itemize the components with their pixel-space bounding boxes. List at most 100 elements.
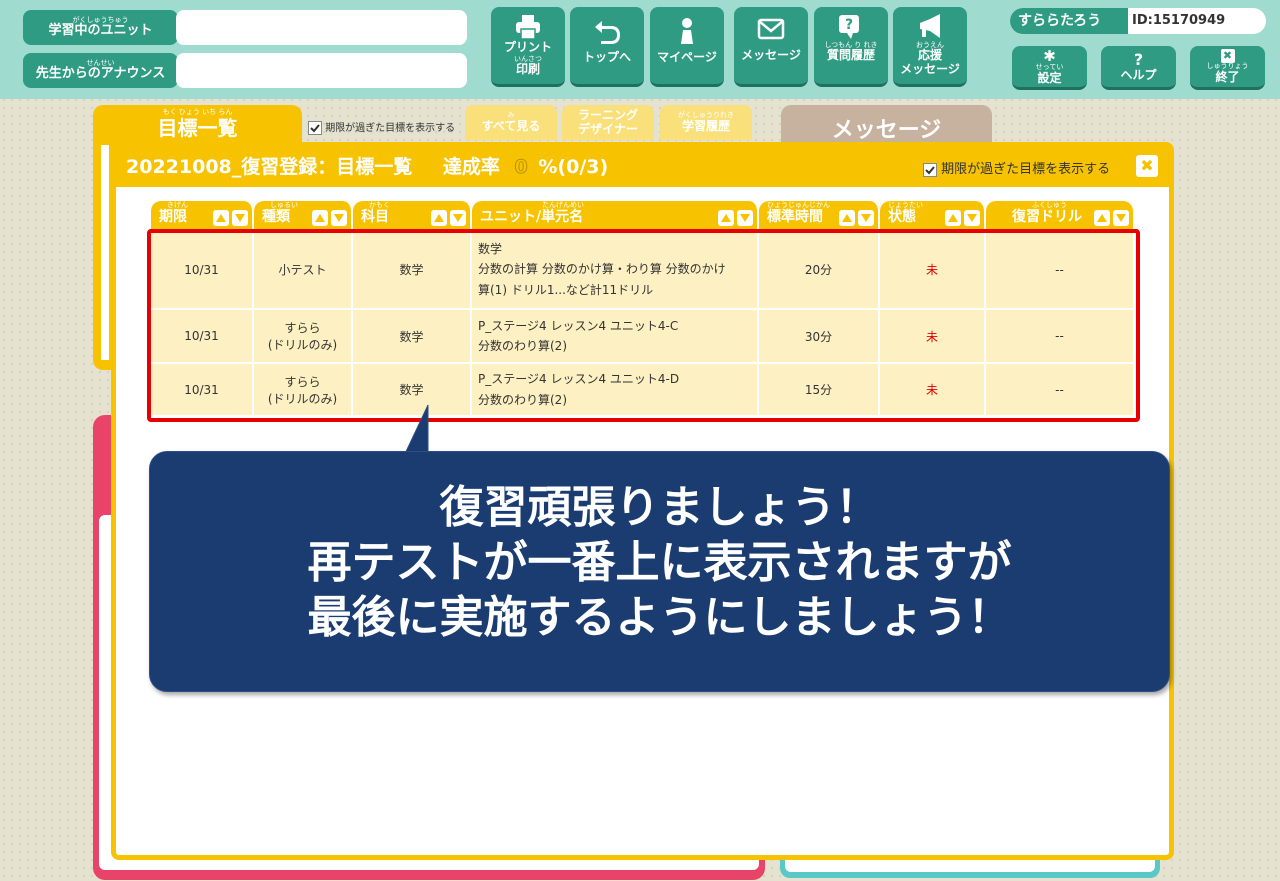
- sort-up-icon[interactable]: [213, 210, 229, 226]
- col-status-label: 状態: [888, 209, 916, 225]
- exit-button[interactable]: ✖ しゅうりょう 終了: [1190, 46, 1265, 90]
- message-button[interactable]: メッセージ: [734, 7, 808, 87]
- sort-up-icon[interactable]: [431, 210, 447, 226]
- sort-down-icon[interactable]: [331, 210, 347, 226]
- col-status[interactable]: じょうたい 状態: [880, 201, 986, 231]
- callout-line-2: 再テストが一番上に表示されますが: [307, 537, 1012, 588]
- col-review-drill-label: 復習ドリル: [1012, 209, 1082, 225]
- current-unit-label: がくしゅうちゅう 学習中のユニット: [23, 10, 178, 45]
- sort-arrows[interactable]: [312, 210, 347, 226]
- callout-message: 復習頑張りましょう！ 再テストが一番上に表示されますが 最後に実施するようにしま…: [149, 451, 1170, 692]
- sort-down-icon[interactable]: [450, 210, 466, 226]
- ruby-text: じょうたい: [888, 201, 923, 209]
- user-id: ID:15170949: [1132, 13, 1226, 28]
- col-deadline[interactable]: きげん 期限: [151, 201, 254, 231]
- person-icon: [681, 18, 693, 44]
- col-review-drill[interactable]: ふくしゅう 復習ドリル: [986, 201, 1133, 231]
- table-header-row: きげん 期限 しゅるい 種類 かもく 科目 たんげんめい ユニット/単元名 ひょうじゅん…: [151, 201, 1133, 231]
- mypage-label: マイページ: [657, 50, 717, 64]
- settings-label: 設定: [1037, 71, 1062, 85]
- question-history-label: 質問履歴: [826, 48, 875, 63]
- highlight-box: [147, 229, 1140, 422]
- modal-header: 20221008_復習登録：目標一覧 達成率 0 %(0/3) 期限が過ぎた目標…: [116, 147, 1169, 187]
- ruby-text: ふくしゅう: [1032, 201, 1067, 209]
- panel-inner: [101, 145, 109, 360]
- announce-label: せんせい 先生からのアナウンス: [23, 53, 178, 88]
- top-page-label: トップへ: [582, 50, 631, 64]
- bg-show-expired-label: 期限が過ぎた目標を表示する: [325, 123, 456, 134]
- callout-line-1: 復習頑張りましょう！: [439, 482, 880, 533]
- sort-up-icon[interactable]: [312, 210, 328, 226]
- bg-show-expired[interactable]: 期限が過ぎた目標を表示する: [308, 119, 455, 135]
- col-type-label: 種類: [262, 209, 290, 225]
- cheer-label: 応援: [917, 48, 942, 63]
- sort-up-icon[interactable]: [1094, 210, 1110, 226]
- sort-up-icon[interactable]: [839, 210, 855, 226]
- cheer-message-button[interactable]: おうえん 応援 メッセージ: [893, 7, 967, 87]
- sort-arrows[interactable]: [213, 210, 248, 226]
- history-label: 学習履歴: [681, 118, 730, 133]
- top-header: がくしゅうちゅう 学習中のユニット せんせい 先生からのアナウンス プリント い…: [0, 0, 1280, 99]
- ruby-text: きげん: [167, 201, 188, 209]
- modal-title: 20221008_復習登録：目標一覧: [126, 156, 413, 178]
- sort-arrows[interactable]: [945, 210, 980, 226]
- col-standard-time-label: 標準時間: [767, 209, 823, 225]
- close-icon: ✖: [1220, 49, 1235, 64]
- sort-down-icon[interactable]: [1113, 210, 1129, 226]
- col-unit-label: ユニット/単元名: [480, 209, 584, 225]
- gear-icon: ✱: [1043, 46, 1056, 65]
- settings-button[interactable]: ✱ せってい 設定: [1012, 46, 1087, 90]
- sort-arrows[interactable]: [431, 210, 466, 226]
- svg-text:?: ?: [845, 17, 853, 33]
- learning-designer-button[interactable]: ラーニング デザイナー: [562, 105, 654, 140]
- exit-label: 終了: [1215, 69, 1240, 84]
- mypage-button[interactable]: マイページ: [650, 7, 724, 87]
- col-unit[interactable]: たんげんめい ユニット/単元名: [472, 201, 759, 231]
- goal-tab[interactable]: もく ひょう いち らん 目標一覧: [93, 108, 302, 138]
- sort-down-icon[interactable]: [964, 210, 980, 226]
- close-icon[interactable]: ✖: [1136, 155, 1158, 177]
- col-subject[interactable]: かもく 科目: [353, 201, 472, 231]
- modal-show-expired[interactable]: 期限が過ぎた目標を表示する: [923, 158, 1110, 177]
- top-page-button[interactable]: トップへ: [570, 7, 644, 87]
- sort-arrows[interactable]: [839, 210, 874, 226]
- message-label: メッセージ: [741, 48, 801, 62]
- ruby-text: たんげんめい: [542, 201, 584, 209]
- rate-label: 達成率: [442, 156, 500, 178]
- checkbox-icon: [923, 162, 937, 177]
- learning-designer-label-1: ラーニング: [577, 108, 638, 123]
- history-button[interactable]: がくしゅうりれき 学習履歴: [660, 105, 752, 140]
- question-bubble-icon: ?: [839, 15, 859, 39]
- megaphone-icon: [920, 14, 940, 38]
- see-all-label: すべて見る: [481, 118, 541, 133]
- see-all-button[interactable]: み すべて見る: [465, 105, 557, 140]
- sort-up-icon[interactable]: [945, 210, 961, 226]
- col-type[interactable]: しゅるい 種類: [254, 201, 353, 231]
- help-label: ヘルプ: [1120, 67, 1157, 82]
- col-subject-label: 科目: [361, 209, 389, 225]
- envelope-icon: [757, 18, 785, 40]
- print-button[interactable]: プリント いんさつ 印刷: [491, 7, 565, 87]
- modal-show-expired-label: 期限が過ぎた目標を表示する: [941, 162, 1111, 177]
- col-standard-time[interactable]: ひょうじゅんじかん 標準時間: [759, 201, 880, 231]
- sort-arrows[interactable]: [1094, 210, 1129, 226]
- print-label-2: 印刷: [515, 61, 540, 76]
- rate-suffix: %(0/3): [538, 156, 609, 178]
- sort-down-icon[interactable]: [232, 210, 248, 226]
- printer-icon: [516, 15, 540, 40]
- current-unit-field[interactable]: [176, 10, 467, 45]
- modal-title-row: 20221008_復習登録：目標一覧 達成率 0 %(0/3): [126, 152, 608, 179]
- question-history-button[interactable]: ? しつもん り れき 質問履歴: [814, 7, 888, 87]
- announce-label-text: 先生からのアナウンス: [35, 66, 166, 82]
- announce-field[interactable]: [176, 53, 467, 88]
- ruby-text: かもく: [369, 201, 390, 209]
- checkbox-icon: [308, 121, 322, 135]
- rate-value: 0: [514, 156, 528, 179]
- user-name: すららたろう: [1010, 8, 1128, 34]
- sort-down-icon[interactable]: [737, 210, 753, 226]
- help-button[interactable]: ? ヘルプ: [1101, 46, 1176, 90]
- sort-down-icon[interactable]: [858, 210, 874, 226]
- callout-line-3: 最後に実施するようにしましょう！: [307, 592, 1012, 643]
- sort-arrows[interactable]: [718, 210, 753, 226]
- sort-up-icon[interactable]: [718, 210, 734, 226]
